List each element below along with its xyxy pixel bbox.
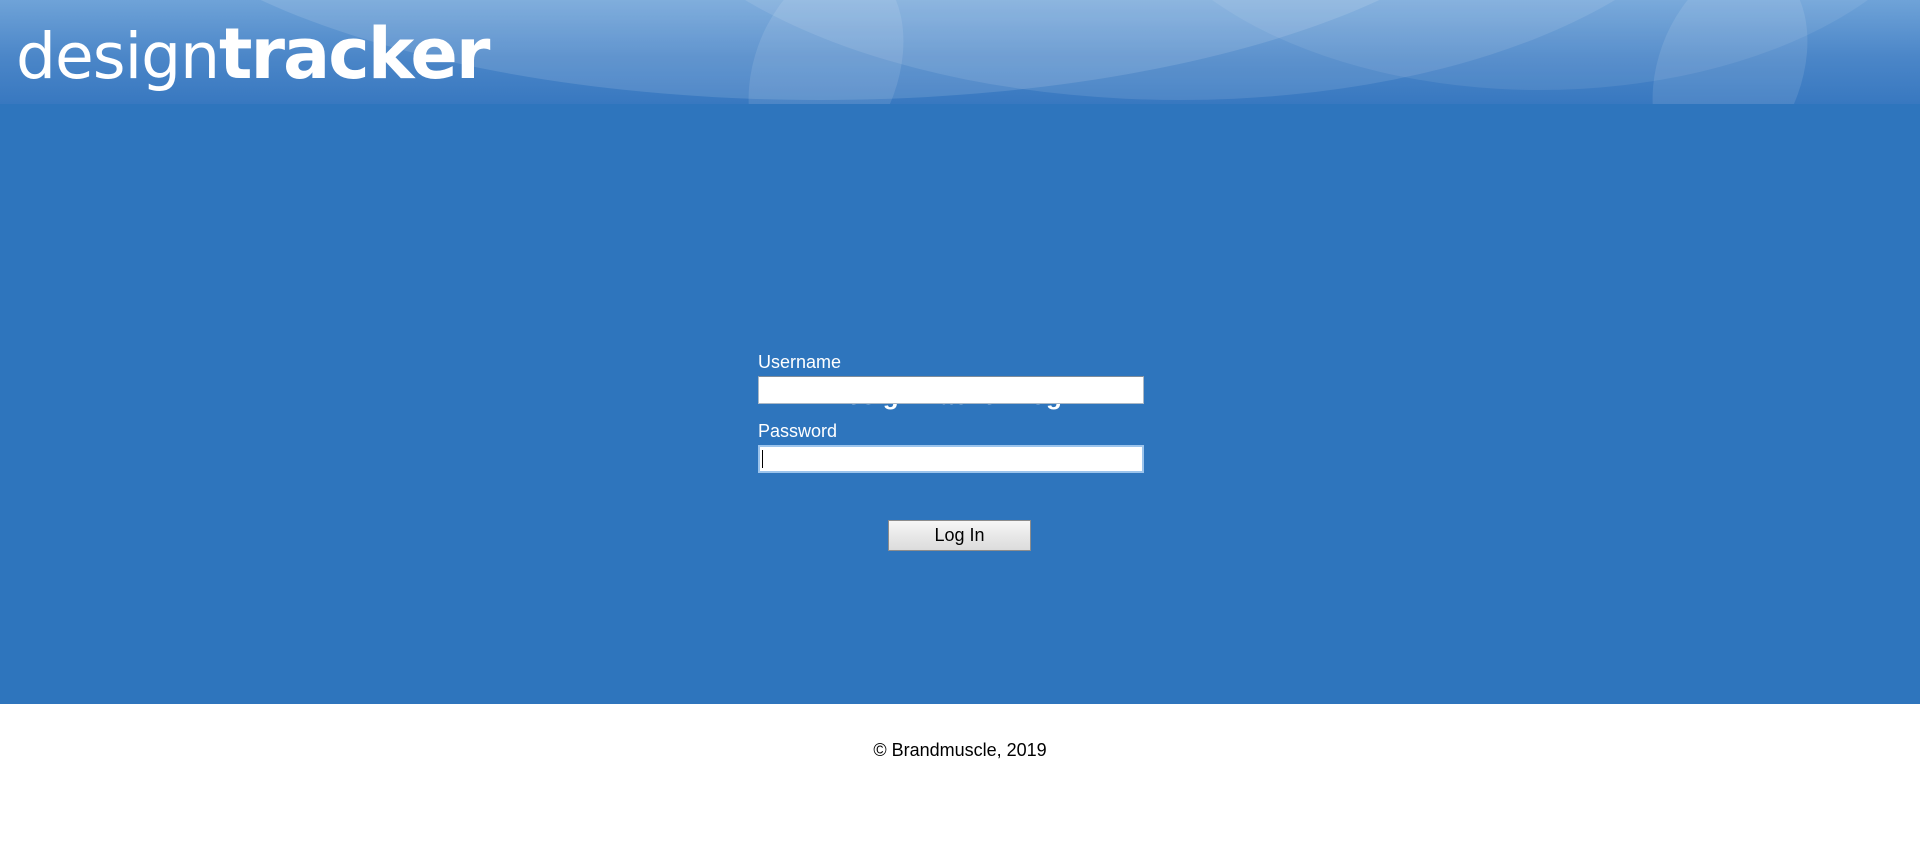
logo-text-design: design (16, 20, 220, 93)
login-panel: DesignTracker Log In Username Password L… (0, 104, 1920, 704)
header-banner: designtracker (0, 0, 1920, 104)
text-caret (762, 450, 763, 468)
log-in-button[interactable]: Log In (888, 520, 1031, 551)
copyright-text: © Brandmuscle, 2019 (873, 740, 1047, 760)
logo-text-tracker: tracker (219, 13, 490, 95)
password-label: Password (758, 421, 838, 441)
username-input[interactable] (758, 376, 1144, 404)
footer: © Brandmuscle, 2019 (0, 704, 1920, 849)
designtracker-logo: designtracker (16, 8, 490, 100)
password-input[interactable] (758, 445, 1144, 473)
username-label: Username (758, 352, 842, 372)
